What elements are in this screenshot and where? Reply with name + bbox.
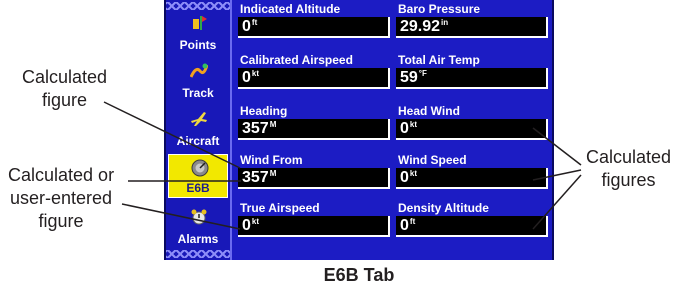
field-unit: kt (251, 69, 260, 78)
field-value: 357 (242, 120, 269, 137)
field-label: Indicated Altitude (240, 2, 341, 16)
field-value: 0 (400, 217, 409, 234)
field-label: Calibrated Airspeed (240, 53, 353, 67)
gps-screen: Points Track Aircraft E6B Alarms Indicat… (164, 0, 554, 260)
tab-strip: Points Track Aircraft E6B Alarms (166, 0, 232, 260)
field-value: 29.92 (400, 18, 441, 35)
e6b-icon (191, 159, 209, 177)
field-label: Total Air Temp (398, 53, 480, 67)
annotation-line: figure (38, 211, 84, 231)
field-value-box: 0kt (238, 216, 390, 237)
field-unit: ft (251, 18, 258, 27)
field-value: 0 (242, 217, 251, 234)
field-value: 0 (242, 18, 251, 35)
points-icon (190, 14, 208, 32)
field-value-box: 357M (238, 119, 390, 140)
annotation-line: Calculated (22, 67, 108, 87)
field-label: Heading (240, 104, 288, 118)
e6b-data-fields: Indicated Altitude 0ft Baro Pressure 29.… (232, 0, 552, 260)
field-label: True Airspeed (240, 201, 320, 215)
field-unit: M (269, 169, 277, 178)
annotation-line: figures (601, 170, 656, 190)
field-value-box: 29.92in (396, 17, 548, 38)
annotation-line: Calculated (586, 147, 672, 167)
field-unit: kt (251, 217, 260, 226)
annotation-line: figure (42, 90, 88, 110)
tab-points[interactable]: Points (168, 10, 228, 54)
field-unit: in (441, 18, 449, 27)
field-value-box: 0kt (238, 68, 390, 89)
field-value-box: 0ft (396, 216, 548, 237)
annotation-calculated-figure: Calculated figure (22, 66, 107, 112)
tab-label: Alarms (177, 232, 219, 246)
track-icon (190, 62, 208, 80)
field-value-box: 0ft (238, 17, 390, 38)
field-value-box: 0kt (396, 119, 548, 140)
tab-track[interactable]: Track (168, 58, 228, 102)
field-unit: M (269, 120, 277, 129)
field-value: 59 (400, 69, 418, 86)
tab-strip-top-border (166, 2, 230, 10)
field-value: 0 (400, 120, 409, 137)
field-value-box: 357M (238, 168, 390, 189)
field-value: 357 (242, 169, 269, 186)
annotation-calculated-or-user-entered: Calculated or user-entered figure (8, 164, 114, 233)
field-label: Density Altitude (398, 201, 489, 215)
field-unit: ft (409, 217, 416, 226)
figure-caption: E6B Tab (323, 265, 395, 285)
field-label: Wind Speed (398, 153, 467, 167)
tab-strip-bottom-border (166, 250, 230, 258)
tab-label: Aircraft (176, 134, 220, 148)
annotation-line: Calculated or (8, 165, 115, 185)
tab-e6b[interactable]: E6B (168, 154, 228, 198)
field-label: Wind From (240, 153, 303, 167)
field-unit: °F (418, 69, 427, 78)
tab-label: Points (179, 38, 217, 52)
field-value: 0 (242, 69, 251, 86)
tab-aircraft[interactable]: Aircraft (168, 106, 228, 150)
field-value-box: 59°F (396, 68, 548, 89)
tab-label: E6B (186, 181, 210, 195)
field-unit: kt (409, 169, 418, 178)
field-label: Baro Pressure (398, 2, 481, 16)
field-label: Head Wind (398, 104, 460, 118)
annotation-calculated-figures: Calculated figures (586, 146, 671, 192)
field-unit: kt (409, 120, 418, 129)
tab-label: Track (182, 86, 214, 100)
field-value-box: 0kt (396, 168, 548, 189)
aircraft-icon (190, 110, 208, 128)
annotation-line: user-entered (10, 188, 113, 208)
field-value: 0 (400, 169, 409, 186)
alarms-icon (190, 208, 208, 226)
tab-alarms[interactable]: Alarms (168, 204, 228, 248)
